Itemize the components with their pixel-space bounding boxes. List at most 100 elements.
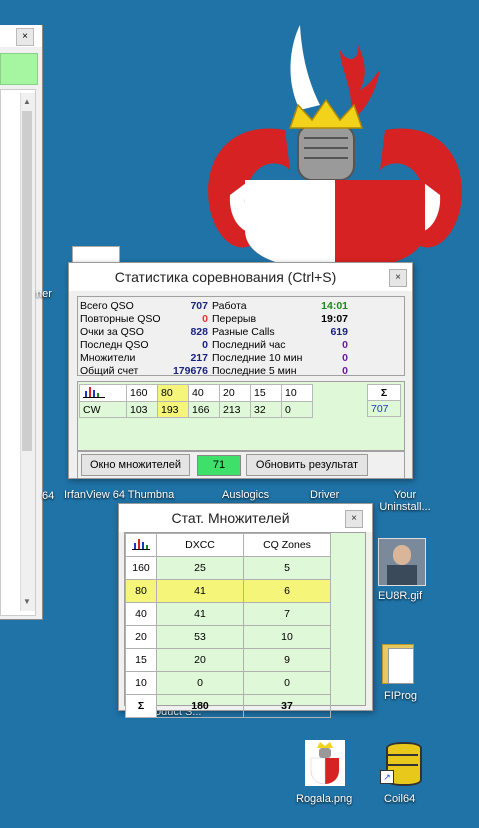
stat-label: Последн QSO xyxy=(80,339,149,351)
sum-icon: Σ xyxy=(125,694,157,718)
stat-value: 14:01 xyxy=(321,300,348,312)
multipliers-window-button[interactable]: Окно множителей xyxy=(81,454,190,476)
dxcc-cell: 0 xyxy=(156,671,244,695)
rogala-icon-label[interactable]: Rogala.png xyxy=(296,793,352,805)
left-window-close-button[interactable]: × xyxy=(16,28,34,46)
stat-label: Общий счет xyxy=(80,365,139,377)
stat-row: Последние 5 мин 0 xyxy=(212,365,348,378)
stat-row: Последн QSO 0 xyxy=(80,339,208,352)
stat-row: Повторные QSO 0 xyxy=(80,313,208,326)
sum-value: 707 xyxy=(367,400,401,417)
cq-cell: 0 xyxy=(243,671,331,695)
stat-value: 0 xyxy=(342,352,348,364)
stat-value: 0 xyxy=(202,313,208,325)
band-header[interactable]: 15 xyxy=(250,384,282,402)
stat-value: 828 xyxy=(190,326,208,338)
band-cell[interactable]: 20 xyxy=(125,625,157,649)
band-header[interactable]: 20 xyxy=(219,384,251,402)
stats-window-close-button[interactable]: × xyxy=(389,269,407,287)
cq-cell: 9 xyxy=(243,648,331,672)
band-cell[interactable]: 15 xyxy=(125,648,157,672)
rogala-image-icon[interactable] xyxy=(305,740,345,786)
mode-value: 32 xyxy=(250,401,282,418)
band-header[interactable]: 40 xyxy=(188,384,220,402)
cq-cell: 5 xyxy=(243,556,331,580)
band-cell[interactable]: 10 xyxy=(125,671,157,695)
band-header[interactable]: 80 xyxy=(157,384,189,402)
fiprog-icon-label[interactable]: FIProg xyxy=(384,690,417,702)
chart-icon[interactable] xyxy=(79,384,127,402)
cq-zones-header[interactable]: CQ Zones xyxy=(243,533,331,557)
folder-icon[interactable] xyxy=(380,640,416,684)
stats-window-titlebar[interactable]: Статистика соревнования (Ctrl+S) × xyxy=(69,263,412,291)
driver-icon-label[interactable]: Driver xyxy=(310,489,339,501)
contest-stats-window: Статистика соревнования (Ctrl+S) × Всего… xyxy=(68,262,413,479)
mode-value: 193 xyxy=(157,401,189,418)
mult-window-close-button[interactable]: × xyxy=(345,510,363,528)
cq-cell: 10 xyxy=(243,625,331,649)
band-table: 160 80 40 20 15 10 CW 103 193 166 213 32… xyxy=(79,384,313,418)
stat-label: Очки за QSO xyxy=(80,326,144,338)
total-dxcc: 180 xyxy=(156,694,244,718)
stat-label: Последний час xyxy=(212,339,286,351)
band-cell[interactable]: 160 xyxy=(125,556,157,580)
your-uninstaller-icon-label[interactable]: Your Uninstall... xyxy=(370,489,440,513)
stat-label: Работа xyxy=(212,300,247,312)
left-window-scrollbar-thumb[interactable] xyxy=(22,111,32,451)
stat-row: Всего QSO 707 xyxy=(80,300,208,313)
stat-row: Общий счет 179676 xyxy=(80,365,208,378)
eu8r-image-icon[interactable] xyxy=(378,538,426,586)
band-cell[interactable]: 80 xyxy=(125,579,157,603)
stat-value: 179676 xyxy=(172,365,208,377)
stat-label: Перерыв xyxy=(212,313,257,325)
dxcc-cell: 53 xyxy=(156,625,244,649)
stat-row: Перерыв 19:07 xyxy=(212,313,348,326)
refresh-results-button[interactable]: Обновить результат xyxy=(246,454,368,476)
chart-icon[interactable] xyxy=(125,533,157,557)
dxcc-cell: 20 xyxy=(156,648,244,672)
total-cq-zones: 37 xyxy=(243,694,331,718)
band-header[interactable]: 160 xyxy=(126,384,158,402)
scroll-down-icon[interactable]: ▼ xyxy=(22,597,32,609)
stat-value: 0 xyxy=(342,365,348,377)
mode-value: 166 xyxy=(188,401,220,418)
left-partial-window: × ▲ ▼ xyxy=(0,25,43,620)
coat-of-arms-wallpaper xyxy=(208,25,462,270)
mode-label: CW xyxy=(79,401,127,418)
stat-label: Повторные QSO xyxy=(80,313,161,325)
scroll-up-icon[interactable]: ▲ xyxy=(22,97,32,109)
mult-window-titlebar[interactable]: Стат. Множителей × xyxy=(119,504,372,532)
stat-value: 19:07 xyxy=(321,313,348,325)
band-header[interactable]: 10 xyxy=(281,384,313,402)
stat-value: 0 xyxy=(342,339,348,351)
stat-label: Множители xyxy=(80,352,136,364)
dxcc-header[interactable]: DXCC xyxy=(156,533,244,557)
stat-value: 217 xyxy=(190,352,208,364)
partial-icon-label[interactable]: 64 xyxy=(42,490,54,502)
partial-icon-label[interactable]: ner xyxy=(36,288,52,300)
dxcc-cell: 25 xyxy=(156,556,244,580)
stats-summary-panel: Всего QSO 707 Повторные QSO 0 Очки за QSO 828… xyxy=(77,296,405,378)
stat-value: 619 xyxy=(330,326,348,338)
dxcc-cell: 41 xyxy=(156,579,244,603)
stat-label: Последние 10 мин xyxy=(212,352,303,364)
left-window-titlebar: × xyxy=(0,25,42,47)
multiplier-count: 71 xyxy=(197,455,241,476)
coil64-icon-label[interactable]: Coil64 xyxy=(384,793,415,805)
coat-of-arms-icon xyxy=(310,742,339,785)
stat-label: Разные Calls xyxy=(212,326,275,338)
shortcut-arrow-icon: ↗ xyxy=(380,770,394,784)
coil64-icon[interactable]: ↗ xyxy=(380,740,422,786)
cq-cell: 6 xyxy=(243,579,331,603)
auslogics-icon-label[interactable]: Auslogics xyxy=(222,489,269,501)
irfanview-icon-label[interactable]: IrfanView 64 Thumbna xyxy=(64,489,174,501)
left-window-green-field xyxy=(0,53,38,85)
stat-value: 707 xyxy=(190,300,208,312)
mode-value: 0 xyxy=(281,401,313,418)
stat-row: Множители 217 xyxy=(80,352,208,365)
eu8r-icon-label[interactable]: EU8R.gif xyxy=(378,590,422,602)
mode-value: 213 xyxy=(219,401,251,418)
mode-value: 103 xyxy=(126,401,158,418)
sum-icon: Σ xyxy=(367,384,401,401)
band-cell[interactable]: 40 xyxy=(125,602,157,626)
